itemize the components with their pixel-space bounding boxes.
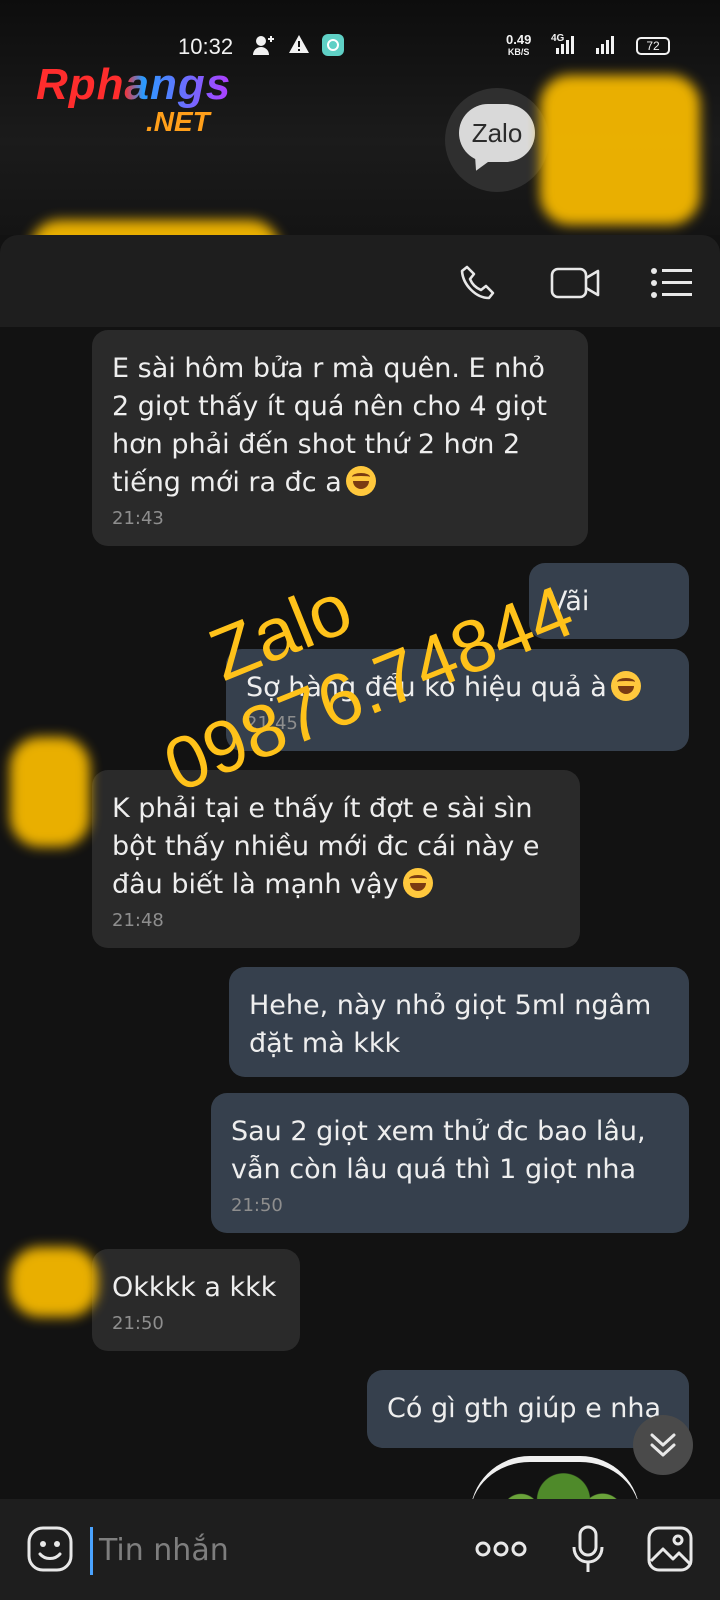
message-bubble[interactable]: Vãi — [529, 563, 689, 639]
message-text: Vãi — [549, 586, 590, 617]
joy-emoji-icon — [610, 671, 641, 701]
message-bubble[interactable]: Okkkk a kkk 21:50 — [92, 1249, 300, 1351]
message-text: Hehe, này nhỏ giọt 5ml ngâm đặt mà kkk — [249, 990, 652, 1059]
message-text: K phải tại e thấy ít đợt e sài sìn bột t… — [112, 793, 540, 900]
watermark-brand: Rphangs — [36, 60, 232, 109]
input-bar: Tin nhắn — [0, 1499, 720, 1600]
zalo-logo: Zalo — [445, 88, 549, 192]
app-notification-icon — [322, 34, 344, 62]
rofl-emoji-icon — [402, 868, 433, 898]
message-input[interactable]: Tin nhắn — [90, 1527, 429, 1575]
video-icon[interactable] — [550, 263, 602, 307]
scroll-down-button[interactable] — [633, 1415, 693, 1475]
emoji-icon[interactable] — [26, 1525, 74, 1577]
mic-icon[interactable] — [570, 1525, 606, 1579]
message-text: Okkkk a kkk — [112, 1272, 277, 1303]
zalo-logo-text: Zalo — [459, 104, 535, 162]
battery-icon: 72 — [636, 37, 670, 55]
chat-header — [0, 235, 720, 327]
more-icon[interactable] — [475, 1539, 527, 1563]
warning-icon — [288, 34, 310, 60]
watermark-logo: Rphangs .NET — [36, 60, 232, 137]
message-time: 21:43 — [112, 508, 164, 529]
image-icon[interactable] — [646, 1525, 694, 1577]
contact-add-icon — [252, 34, 276, 62]
message-text: E sài hôm bửa r mà quên. E nhỏ 2 giọt th… — [112, 353, 547, 498]
watermark-tld: .NET — [146, 106, 210, 137]
signal-icon — [556, 36, 574, 54]
message-text: Sau 2 giọt xem thử đc bao lâu, vẫn còn l… — [231, 1116, 646, 1185]
message-bubble[interactable]: K phải tại e thấy ít đợt e sài sìn bột t… — [92, 770, 580, 948]
message-bubble[interactable]: Hehe, này nhỏ giọt 5ml ngâm đặt mà kkk — [229, 967, 689, 1077]
status-time: 10:32 — [178, 34, 234, 59]
phone-icon[interactable] — [458, 263, 498, 307]
net-speed: 0.49 KB/S — [506, 32, 532, 57]
message-text: Có gì gth giúp e nha — [387, 1393, 662, 1424]
message-bubble[interactable]: E sài hôm bửa r mà quên. E nhỏ 2 giọt th… — [92, 330, 588, 546]
redaction — [540, 75, 700, 225]
message-time: 21:50 — [231, 1195, 283, 1216]
chevron-down-icon — [648, 1429, 678, 1465]
message-time: 21:45 — [246, 713, 298, 734]
message-time: 21:48 — [112, 910, 164, 931]
menu-icon[interactable] — [650, 263, 694, 307]
chat-area[interactable]: E sài hôm bửa r mà quên. E nhỏ 2 giọt th… — [0, 327, 720, 1499]
message-bubble[interactable]: Sợ hàng đểu ko hiệu quả à 21:45 — [226, 649, 689, 751]
signal-icon — [596, 36, 614, 54]
redaction — [10, 737, 90, 847]
message-text: Sợ hàng đểu ko hiệu quả à — [246, 672, 607, 703]
message-bubble[interactable]: Sau 2 giọt xem thử đc bao lâu, vẫn còn l… — [211, 1093, 689, 1233]
rofl-emoji-icon — [345, 466, 376, 496]
redaction — [10, 1247, 98, 1317]
message-time: 21:50 — [112, 1313, 164, 1334]
